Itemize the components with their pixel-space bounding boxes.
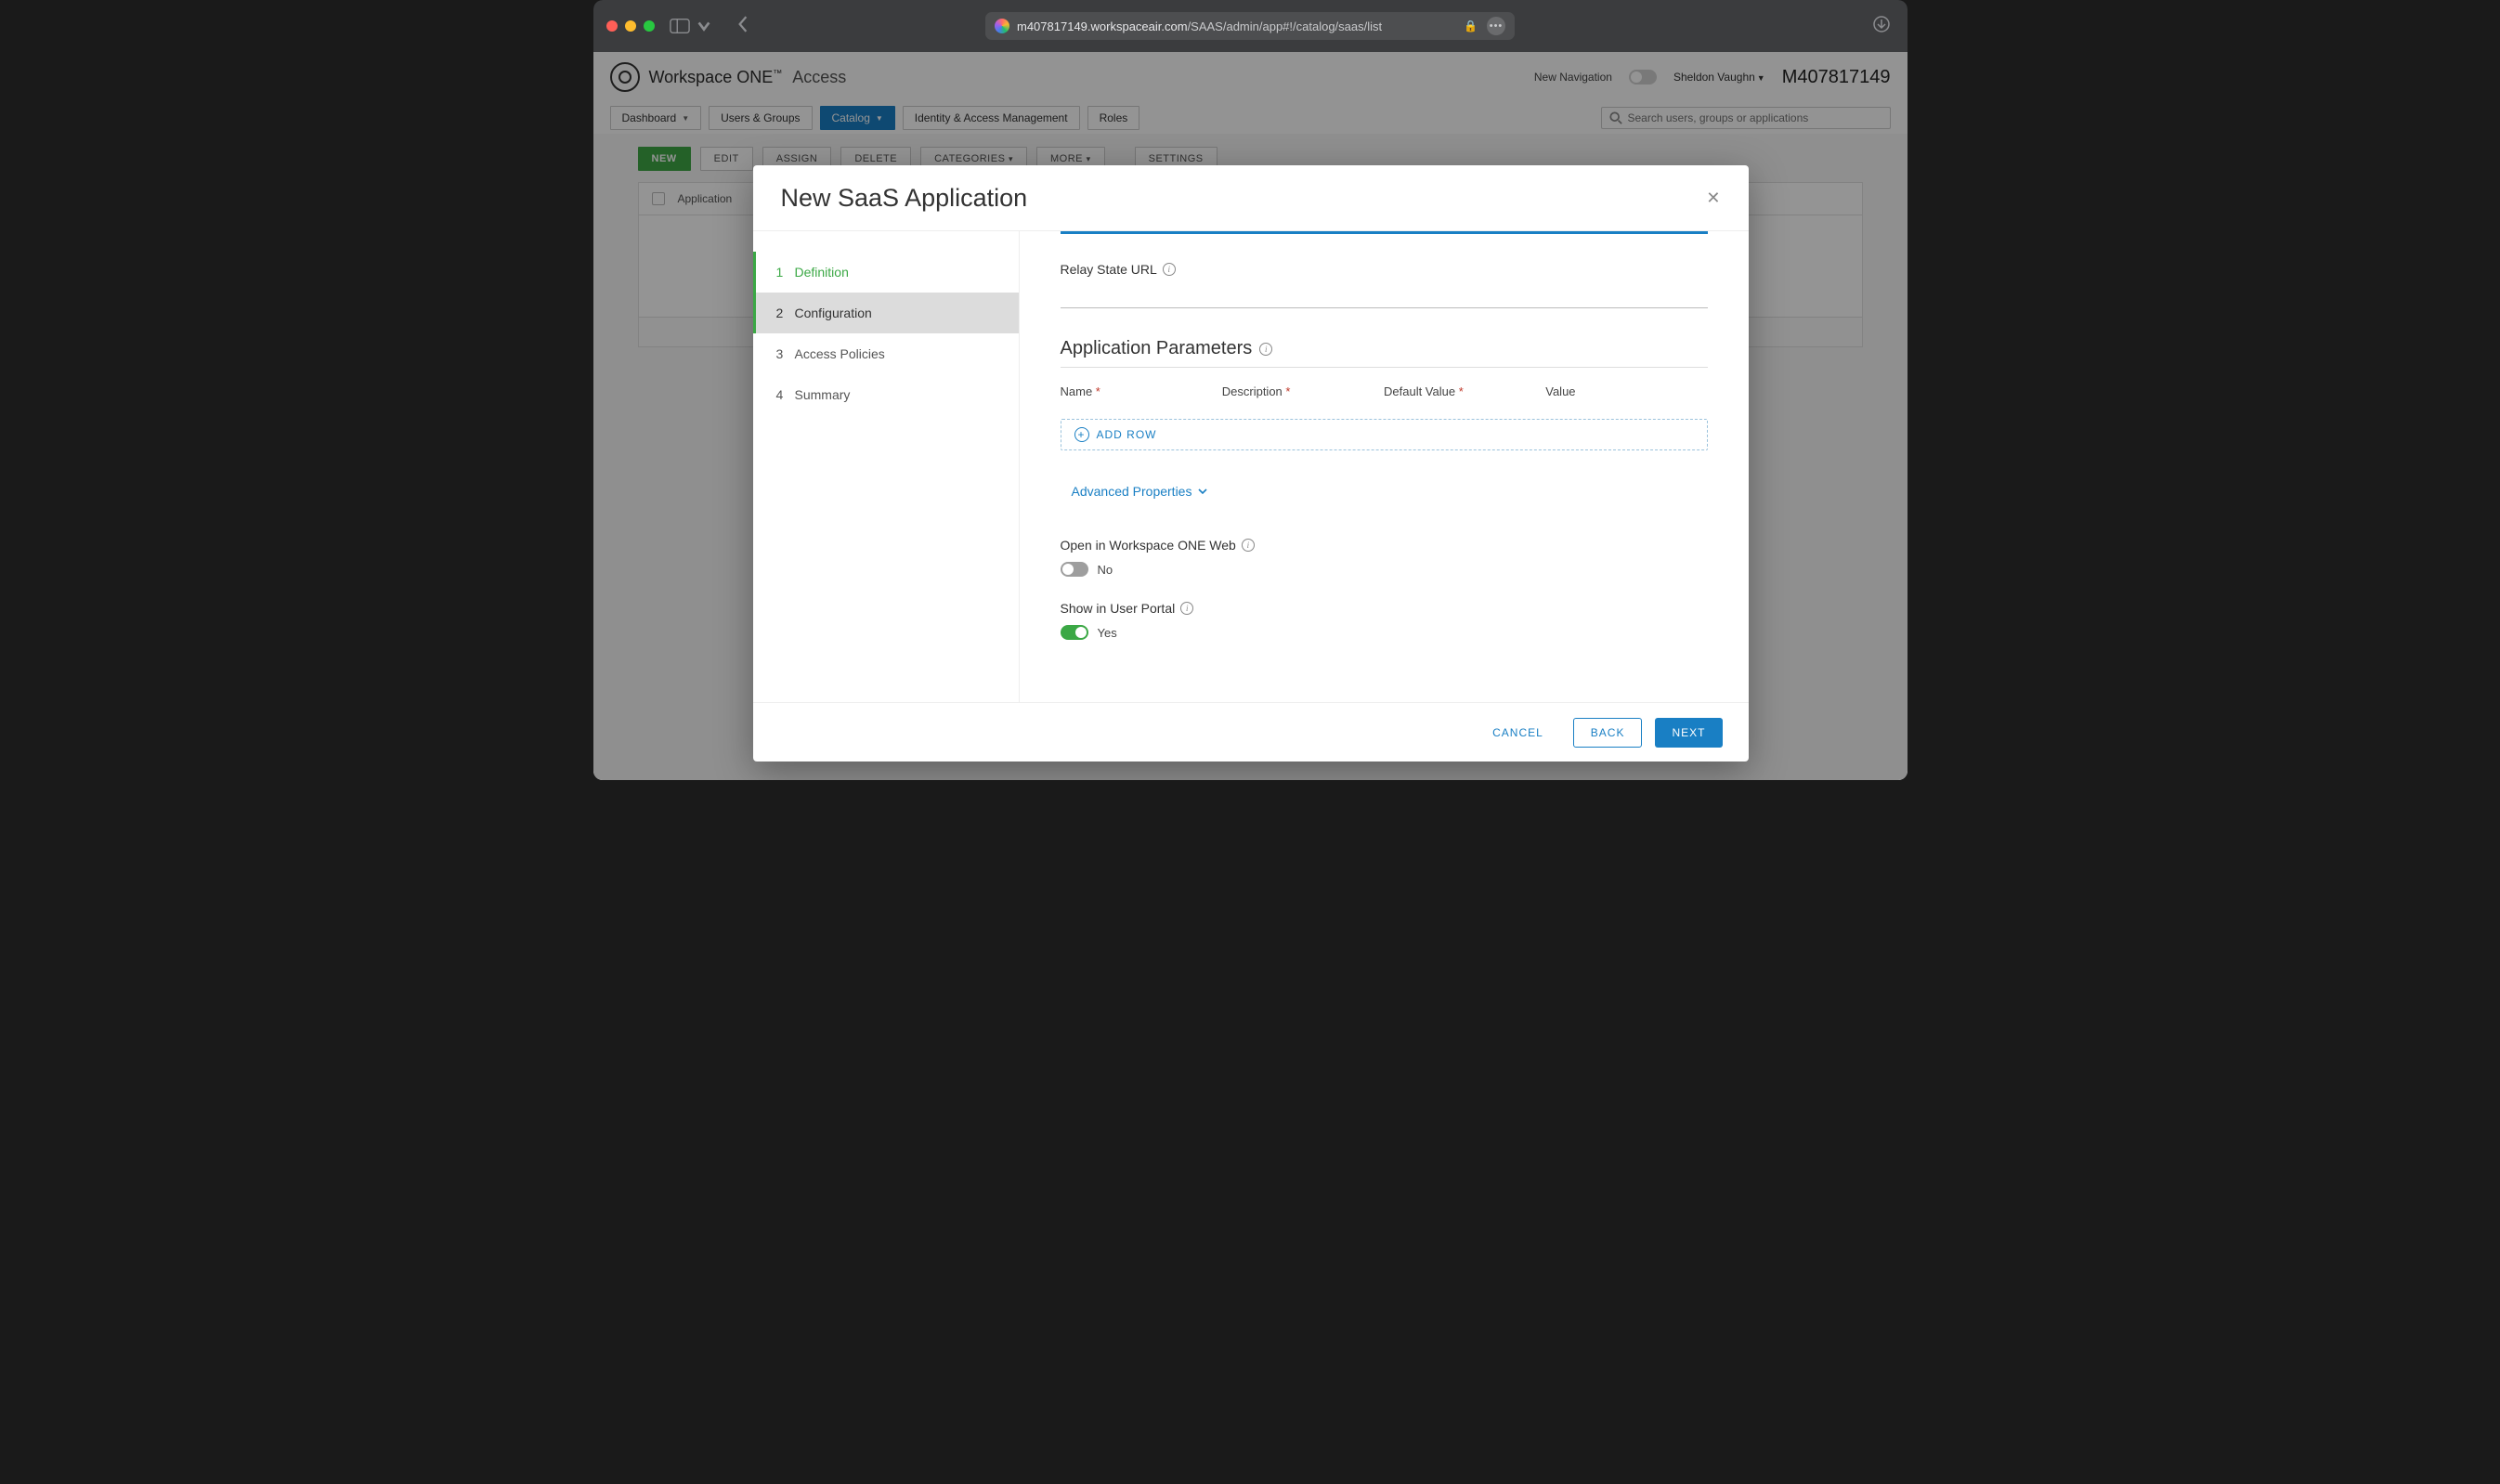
address-bar[interactable]: m407817149.workspaceair.com/SAAS/admin/a… — [985, 12, 1515, 40]
app-viewport: Workspace ONE™ Access New Navigation She… — [593, 52, 1908, 780]
url-domain: m407817149.workspaceair.com — [1017, 20, 1188, 33]
chevron-down-icon — [1197, 486, 1208, 497]
info-icon[interactable]: i — [1163, 263, 1176, 276]
modal-header: New SaaS Application ✕ — [753, 165, 1749, 230]
advanced-properties-toggle[interactable]: Advanced Properties — [1061, 476, 1220, 506]
url-text: m407817149.workspaceair.com/SAAS/admin/a… — [1017, 20, 1458, 33]
wizard-steps: 1Definition 2Configuration 3Access Polic… — [753, 231, 1020, 702]
lock-icon: 🔒 — [1464, 20, 1478, 33]
step-configuration[interactable]: 2Configuration — [753, 293, 1019, 333]
step-summary[interactable]: 4Summary — [753, 374, 1019, 415]
info-icon[interactable]: i — [1180, 602, 1193, 615]
step-1-label: Definition — [795, 265, 849, 280]
relay-state-label: Relay State URL i — [1061, 262, 1708, 277]
back-button[interactable]: BACK — [1573, 718, 1643, 748]
relay-state-input[interactable] — [1061, 280, 1708, 308]
modal-title: New SaaS Application — [781, 184, 1028, 213]
plus-icon: + — [1074, 427, 1089, 442]
show-portal-label: Show in User Portal i — [1061, 601, 1708, 616]
window-maximize-icon[interactable] — [644, 20, 655, 32]
col-default-value: Default Value — [1384, 384, 1545, 398]
open-web-text: Open in Workspace ONE Web — [1061, 538, 1236, 553]
show-portal-text: Show in User Portal — [1061, 601, 1176, 616]
step-access-policies[interactable]: 3Access Policies — [753, 333, 1019, 374]
advanced-label: Advanced Properties — [1072, 484, 1192, 499]
cancel-button[interactable]: CANCEL — [1476, 718, 1560, 748]
col-description: Description — [1222, 384, 1384, 398]
col-name: Name — [1061, 384, 1222, 398]
open-web-value: No — [1098, 563, 1113, 577]
modal-footer: CANCEL BACK NEXT — [753, 702, 1749, 762]
modal-body: 1Definition 2Configuration 3Access Polic… — [753, 230, 1749, 702]
browser-back-button[interactable] — [736, 16, 749, 37]
app-window: m407817149.workspaceair.com/SAAS/admin/a… — [593, 0, 1908, 780]
section-divider — [1061, 367, 1708, 368]
open-web-label: Open in Workspace ONE Web i — [1061, 538, 1708, 553]
info-icon[interactable]: i — [1242, 539, 1255, 552]
downloads-button[interactable] — [1872, 15, 1891, 38]
url-path: /SAAS/admin/app#!/catalog/saas/list — [1188, 20, 1383, 33]
window-controls — [606, 20, 655, 32]
relay-state-text: Relay State URL — [1061, 262, 1157, 277]
window-close-icon[interactable] — [606, 20, 618, 32]
next-button[interactable]: NEXT — [1655, 718, 1722, 748]
add-row-label: ADD ROW — [1097, 428, 1157, 441]
step-4-label: Summary — [795, 387, 851, 402]
params-header: Name Description Default Value Value — [1061, 384, 1708, 398]
site-favicon-icon — [995, 19, 1009, 33]
col-value: Value — [1545, 384, 1707, 398]
info-icon[interactable]: i — [1259, 343, 1272, 356]
add-row-button[interactable]: + ADD ROW — [1061, 419, 1708, 450]
app-params-title: Application Parameters i — [1061, 338, 1708, 359]
app-params-text: Application Parameters — [1061, 338, 1253, 359]
page-settings-icon[interactable]: ••• — [1487, 17, 1505, 35]
close-icon[interactable]: ✕ — [1706, 189, 1720, 208]
step-3-label: Access Policies — [795, 346, 885, 361]
step-2-label: Configuration — [795, 306, 872, 320]
show-portal-toggle[interactable] — [1061, 625, 1088, 640]
show-portal-value: Yes — [1098, 626, 1117, 640]
sidebar-toggle[interactable] — [670, 18, 714, 34]
window-minimize-icon[interactable] — [625, 20, 636, 32]
new-saas-app-modal: New SaaS Application ✕ 1Definition 2Conf… — [753, 165, 1749, 762]
configuration-form: Relay State URL i Application Parameters… — [1020, 231, 1749, 702]
active-field-underline — [1061, 231, 1708, 234]
open-web-toggle[interactable] — [1061, 562, 1088, 577]
step-definition[interactable]: 1Definition — [753, 252, 1019, 293]
browser-toolbar: m407817149.workspaceair.com/SAAS/admin/a… — [593, 0, 1908, 52]
